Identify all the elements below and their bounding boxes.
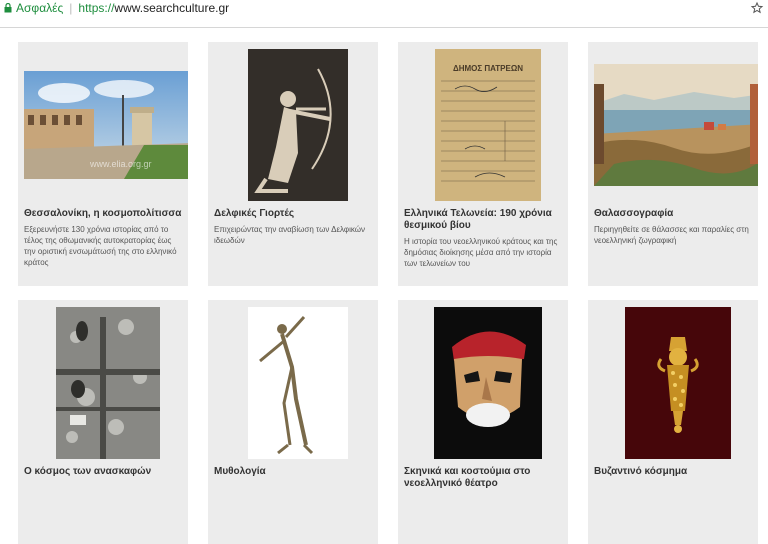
card-thumbnail[interactable] (56, 307, 160, 459)
collection-card-seascape[interactable]: Θαλασσογραφία Περιηγηθείτε σε θάλασσες κ… (588, 42, 758, 286)
card-title[interactable]: Ο κόσμος των ανασκαφών (24, 466, 182, 478)
card-thumbnail[interactable] (248, 49, 348, 201)
theatre-mask-photo (434, 307, 542, 459)
byzantine-jewelry-photo (625, 307, 731, 459)
address-separator: | (69, 1, 73, 15)
card-title[interactable]: Ελληνικά Τελωνεία: 190 χρόνια θεσμικού β… (404, 208, 562, 232)
card-description: Περιηγηθείτε σε θάλασσες και παραλίες στ… (594, 225, 749, 245)
thessaloniki-photo: www.elia.org.gr (24, 71, 188, 179)
header-divider (0, 27, 768, 28)
document-heading: ΔΗΜΟΣ ΠΑΤΡΕΩΝ (453, 64, 523, 73)
card-title[interactable]: Βυζαντινό κόσμημα (594, 466, 752, 478)
card-title[interactable]: Θαλασσογραφία (594, 208, 752, 220)
archer-photo (248, 49, 348, 201)
card-thumbnail[interactable]: www.elia.org.gr (24, 71, 188, 179)
url-scheme[interactable]: https:// (78, 1, 114, 15)
collection-card-customs[interactable]: ΔΗΜΟΣ ΠΑΤΡΕΩΝ Ελληνικά Τελωνεία: 190 χρό… (398, 42, 568, 286)
lock-icon (4, 3, 12, 13)
card-thumbnail[interactable] (594, 64, 758, 186)
card-thumbnail[interactable] (625, 307, 731, 459)
bronze-figure-photo (248, 307, 348, 459)
card-title[interactable]: Δελφικές Γιορτές (214, 208, 372, 220)
bookmark-star-icon[interactable] (750, 0, 764, 16)
collection-card-mythology[interactable]: Μυθολογία (208, 300, 378, 544)
collection-card-theatre[interactable]: Σκηνικά και κοστούμια στο νεοελληνικό θέ… (398, 300, 568, 544)
thumb-watermark: www.elia.org.gr (89, 159, 152, 169)
card-thumbnail[interactable]: ΔΗΜΟΣ ΠΑΤΡΕΩΝ (435, 49, 541, 201)
url-host[interactable]: www.searchculture.gr (114, 1, 229, 15)
collection-card-excavations[interactable]: Ο κόσμος των ανασκαφών (18, 300, 188, 544)
browser-address-bar[interactable]: Ασφαλές | https:// www.searchculture.gr (0, 0, 768, 16)
card-description: Επιχειρώντας την αναβίωση των Δελφικών ι… (214, 225, 365, 245)
secure-label: Ασφαλές (16, 1, 64, 15)
card-thumbnail[interactable] (248, 307, 348, 459)
collection-card-delphic[interactable]: Δελφικές Γιορτές Επιχειρώντας την αναβίω… (208, 42, 378, 286)
card-description: Εξερευνήστε 130 χρόνια ιστορίας από το τ… (24, 225, 177, 267)
card-thumbnail[interactable] (434, 307, 542, 459)
excavation-photo (56, 307, 160, 459)
card-title[interactable]: Μυθολογία (214, 466, 372, 478)
customs-document: ΔΗΜΟΣ ΠΑΤΡΕΩΝ (435, 49, 541, 201)
seascape-painting (594, 64, 758, 186)
card-title[interactable]: Θεσσαλονίκη, η κοσμοπολίτισσα (24, 208, 182, 220)
card-title[interactable]: Σκηνικά και κοστούμια στο νεοελληνικό θέ… (404, 466, 562, 490)
collection-card-byzantine[interactable]: Βυζαντινό κόσμημα (588, 300, 758, 544)
card-description: Η ιστορία του νεοελληνικού κράτους και τ… (404, 237, 558, 268)
collection-card-thessaloniki[interactable]: www.elia.org.gr Θεσσαλονίκη, η κοσμοπολί… (18, 42, 188, 286)
